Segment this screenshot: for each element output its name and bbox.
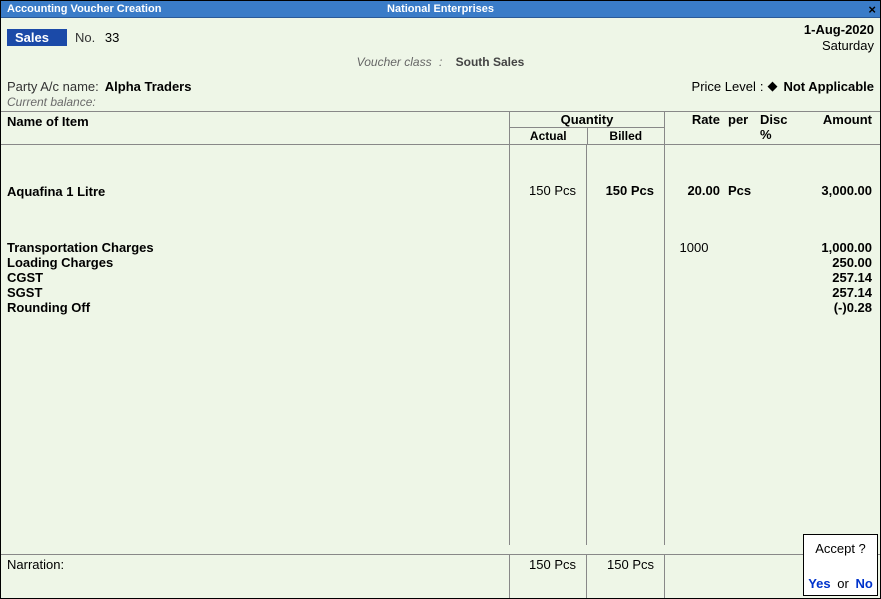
- window-title-center: National Enterprises: [387, 3, 494, 15]
- voucher-class-label: Voucher class: [357, 55, 432, 69]
- current-balance-label: Current balance:: [1, 95, 880, 111]
- accept-dialog: Accept ? Yes or No: [803, 534, 878, 596]
- totals-row: Narration: 150 Pcs 150 Pcs: [1, 554, 880, 598]
- ledger-amount: 257.14: [802, 270, 880, 285]
- header-actual: Actual: [510, 128, 588, 144]
- item-disc[interactable]: [758, 183, 802, 200]
- accept-no-button[interactable]: No: [855, 576, 872, 591]
- narration-label: Narration:: [7, 557, 64, 572]
- total-qty-billed: 150 Pcs: [586, 555, 664, 598]
- item-qty-billed[interactable]: 150 Pcs: [586, 183, 664, 200]
- header-billed: Billed: [588, 128, 665, 144]
- accept-question: Accept ?: [806, 541, 875, 556]
- header-rate: Rate: [664, 112, 724, 144]
- ledger-row[interactable]: CGST 257.14: [1, 270, 880, 285]
- grid-body: Aquafina 1 Litre 150 Pcs 150 Pcs 20.00 P…: [1, 145, 880, 545]
- price-level-value[interactable]: Not Applicable: [783, 79, 874, 95]
- titlebar: Accounting Voucher Creation National Ent…: [1, 1, 880, 18]
- header-amount: Amount: [802, 112, 880, 144]
- grid-header: Name of Item Quantity Actual Billed Rate…: [1, 111, 880, 145]
- price-level-label: Price Level: [692, 79, 756, 95]
- item-rate[interactable]: 20.00: [664, 183, 724, 200]
- ledger-name[interactable]: Rounding Off: [1, 300, 509, 315]
- voucher-date[interactable]: 1-Aug-2020: [804, 22, 874, 38]
- voucher-class-value[interactable]: South Sales: [456, 55, 525, 69]
- accept-yes-button[interactable]: Yes: [808, 576, 830, 591]
- window-title-left: Accounting Voucher Creation: [1, 3, 161, 15]
- voucher-no-value[interactable]: 33: [105, 30, 119, 45]
- item-row[interactable]: Aquafina 1 Litre 150 Pcs 150 Pcs 20.00 P…: [1, 183, 880, 200]
- ledger-name[interactable]: SGST: [1, 285, 509, 300]
- ledger-amount: 1,000.00: [802, 240, 880, 255]
- header-per: per: [724, 112, 758, 144]
- ledger-row[interactable]: Transportation Charges 1000 1,000.00: [1, 240, 880, 255]
- header-disc: Disc %: [758, 112, 802, 144]
- ledger-amount: (-)0.28: [802, 300, 880, 315]
- voucher-class-sep: :: [439, 55, 442, 69]
- close-icon[interactable]: ×: [868, 2, 876, 17]
- header-name: Name of Item: [1, 112, 509, 144]
- party-name-value[interactable]: Alpha Traders: [105, 79, 192, 95]
- ledger-amount: 257.14: [802, 285, 880, 300]
- ledger-amount: 250.00: [802, 255, 880, 270]
- item-per[interactable]: Pcs: [724, 183, 758, 200]
- item-name[interactable]: Aquafina 1 Litre: [1, 183, 509, 200]
- ledger-name[interactable]: Loading Charges: [1, 255, 509, 270]
- item-qty-actual[interactable]: 150 Pcs: [509, 183, 586, 200]
- ledger-row[interactable]: Loading Charges 250.00: [1, 255, 880, 270]
- ledger-rate[interactable]: 1000: [664, 240, 724, 255]
- total-qty-actual: 150 Pcs: [509, 555, 586, 598]
- voucher-content: Sales No. 33 1-Aug-2020 Saturday Voucher…: [1, 18, 880, 598]
- voucher-no-label: No.: [75, 30, 95, 45]
- item-amount: 3,000.00: [802, 183, 880, 200]
- accept-or: or: [837, 576, 849, 591]
- voucher-type-selector[interactable]: Sales: [7, 29, 67, 46]
- header-quantity: Quantity: [510, 112, 664, 127]
- diamond-icon: ◆: [767, 78, 777, 94]
- party-name-label: Party A/c name:: [7, 79, 99, 95]
- ledger-row[interactable]: SGST 257.14: [1, 285, 880, 300]
- ledger-name[interactable]: Transportation Charges: [1, 240, 509, 255]
- ledger-row[interactable]: Rounding Off (-)0.28: [1, 300, 880, 315]
- price-level-sep: :: [760, 79, 764, 95]
- ledger-name[interactable]: CGST: [1, 270, 509, 285]
